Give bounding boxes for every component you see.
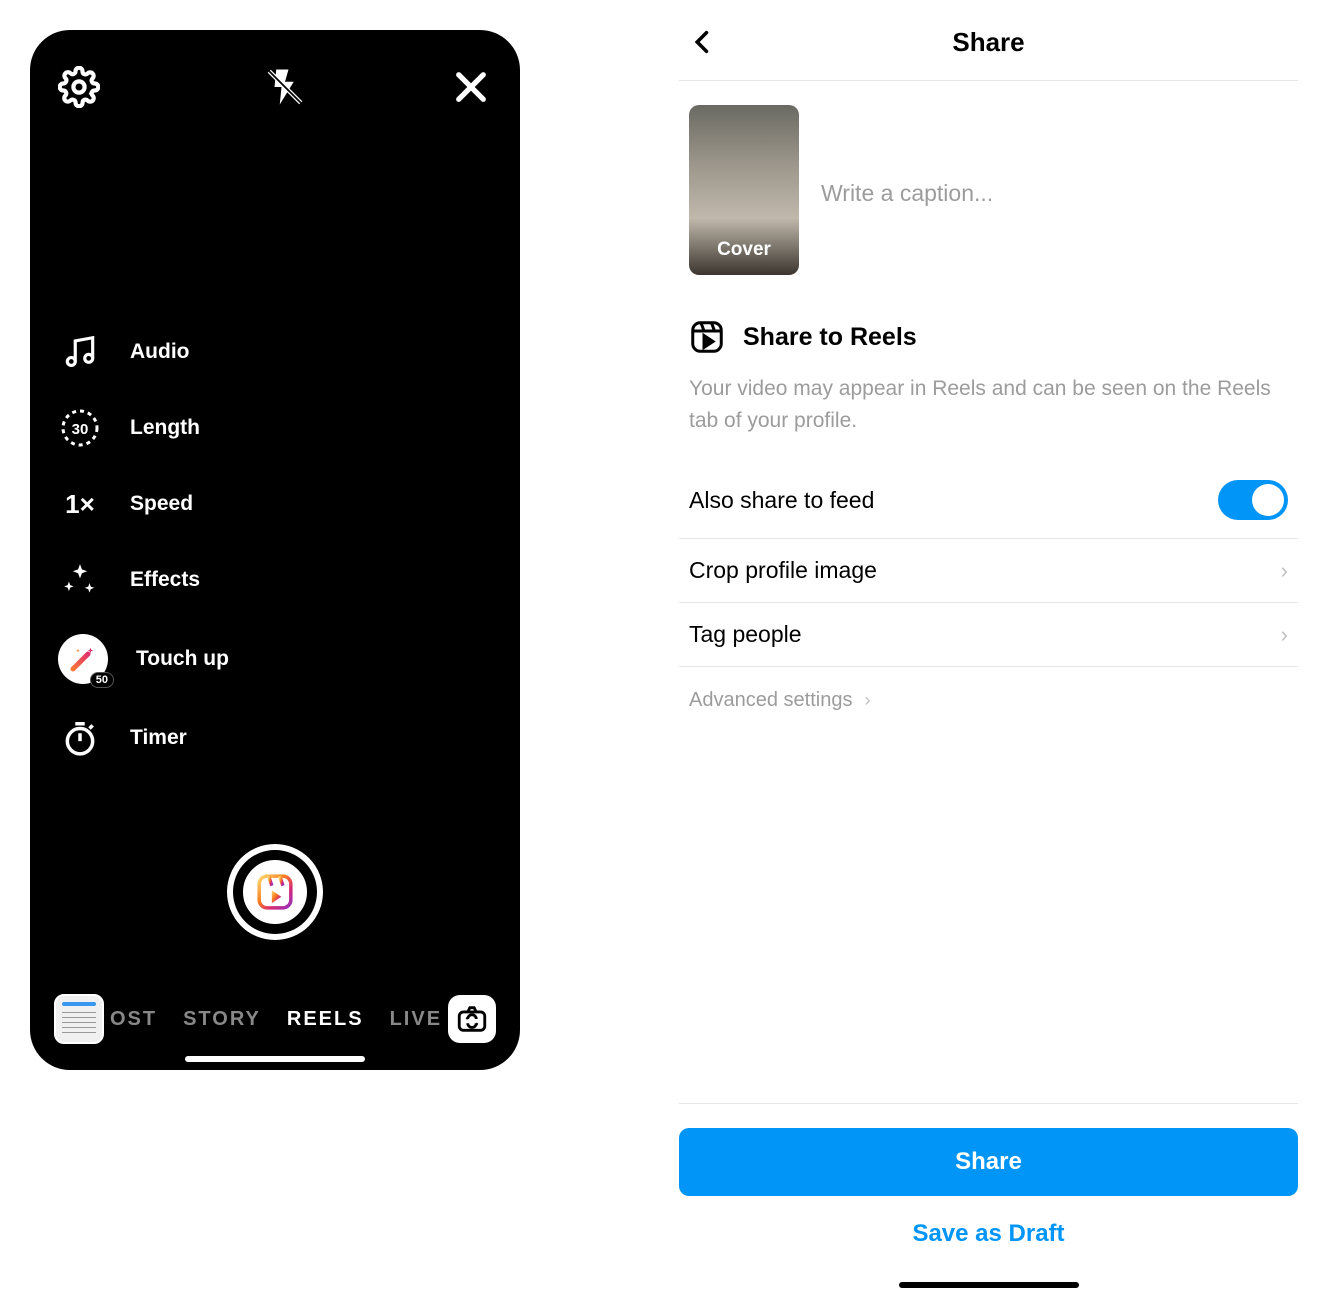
shutter-inner bbox=[238, 855, 312, 929]
close-icon[interactable] bbox=[450, 66, 492, 113]
bottom-actions: Share Save as Draft bbox=[679, 1103, 1298, 1288]
tool-length[interactable]: 30 Length bbox=[58, 406, 229, 450]
gallery-thumbnail[interactable] bbox=[54, 994, 104, 1044]
tool-label: Speed bbox=[130, 492, 193, 516]
reels-camera-screen: Audio 30 Length 1× Speed Effects bbox=[30, 30, 520, 1070]
sparkles-icon bbox=[58, 558, 102, 602]
tool-timer[interactable]: Timer bbox=[58, 716, 229, 760]
crop-profile-label: Crop profile image bbox=[689, 557, 877, 584]
cover-thumbnail[interactable]: Cover bbox=[689, 105, 799, 275]
share-to-reels-header: Share to Reels bbox=[679, 305, 1298, 363]
share-header: Share bbox=[679, 10, 1298, 74]
share-screen: Share Cover Share to Reels Your video ma… bbox=[659, 0, 1318, 1308]
reels-logo-icon bbox=[256, 873, 294, 911]
home-indicator bbox=[899, 1282, 1079, 1288]
advanced-settings-label: Advanced settings bbox=[689, 689, 852, 712]
page-title: Share bbox=[952, 27, 1024, 58]
mode-tab-reels[interactable]: REELS bbox=[287, 1008, 364, 1031]
tool-label: Length bbox=[130, 416, 200, 440]
flip-camera-button[interactable] bbox=[448, 995, 496, 1043]
camera-mode-tabs: OST STORY REELS LIVE bbox=[104, 1008, 448, 1031]
flash-off-icon[interactable] bbox=[264, 66, 306, 113]
camera-tool-list: Audio 30 Length 1× Speed Effects bbox=[58, 330, 229, 760]
mode-tab-story[interactable]: STORY bbox=[183, 1008, 261, 1031]
chevron-right-icon: › bbox=[1281, 622, 1288, 648]
advanced-settings-row[interactable]: Advanced settings › bbox=[679, 667, 1298, 734]
tool-label: Touch up bbox=[136, 647, 229, 671]
save-draft-button[interactable]: Save as Draft bbox=[679, 1196, 1298, 1272]
mode-tab-live[interactable]: LIVE bbox=[390, 1008, 442, 1031]
tool-label: Effects bbox=[130, 568, 200, 592]
reels-icon bbox=[689, 319, 725, 355]
tool-touchup[interactable]: 50 Touch up bbox=[58, 634, 229, 684]
also-share-feed-label: Also share to feed bbox=[689, 487, 874, 514]
speed-icon: 1× bbox=[58, 482, 102, 526]
crop-profile-row[interactable]: Crop profile image › bbox=[679, 539, 1298, 603]
tool-audio[interactable]: Audio bbox=[58, 330, 229, 374]
tool-speed[interactable]: 1× Speed bbox=[58, 482, 229, 526]
also-share-feed-toggle[interactable] bbox=[1218, 480, 1288, 520]
tool-effects[interactable]: Effects bbox=[58, 558, 229, 602]
svg-text:30: 30 bbox=[72, 421, 89, 438]
tool-label: Timer bbox=[130, 726, 187, 750]
music-note-icon bbox=[58, 330, 102, 374]
stopwatch-icon bbox=[58, 716, 102, 760]
share-button[interactable]: Share bbox=[679, 1128, 1298, 1196]
duration-icon: 30 bbox=[58, 406, 102, 450]
share-to-reels-title: Share to Reels bbox=[743, 323, 917, 352]
also-share-feed-row: Also share to feed bbox=[679, 462, 1298, 539]
tag-people-label: Tag people bbox=[689, 621, 802, 648]
chevron-right-icon: › bbox=[864, 690, 870, 711]
record-shutter-button[interactable] bbox=[227, 844, 323, 940]
caption-input[interactable] bbox=[821, 105, 1288, 275]
camera-bottom-bar: OST STORY REELS LIVE bbox=[30, 994, 520, 1044]
share-to-reels-desc: Your video may appear in Reels and can b… bbox=[679, 363, 1298, 462]
home-indicator bbox=[185, 1056, 365, 1062]
cover-label: Cover bbox=[689, 239, 799, 261]
tool-label: Audio bbox=[130, 340, 189, 364]
back-icon[interactable] bbox=[689, 28, 717, 56]
tag-people-row[interactable]: Tag people › bbox=[679, 603, 1298, 667]
touchup-icon: 50 bbox=[58, 634, 108, 684]
mode-tab-post[interactable]: OST bbox=[110, 1008, 157, 1031]
caption-row: Cover bbox=[679, 81, 1298, 305]
settings-gear-icon[interactable] bbox=[58, 66, 100, 113]
chevron-right-icon: › bbox=[1281, 558, 1288, 584]
touchup-badge: 50 bbox=[90, 672, 114, 688]
camera-top-bar bbox=[30, 30, 520, 113]
